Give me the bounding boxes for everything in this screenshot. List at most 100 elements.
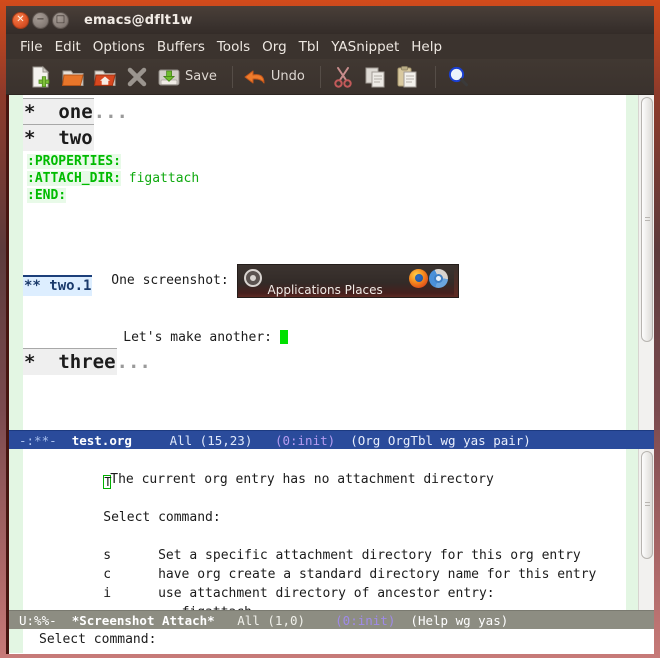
menu-item-file[interactable]: File bbox=[14, 39, 49, 55]
minibuffer[interactable]: Select command: bbox=[9, 629, 654, 653]
menu-item-org[interactable]: Org bbox=[256, 39, 293, 55]
headline-text: one bbox=[58, 101, 93, 123]
right-fringe bbox=[626, 449, 638, 610]
modeline-position: (1,0) bbox=[267, 613, 306, 628]
toolbar-open-file[interactable] bbox=[60, 62, 86, 92]
left-fringe bbox=[9, 95, 23, 430]
org-headline-three[interactable]: * three... bbox=[23, 348, 626, 375]
org-headline-two[interactable]: * two bbox=[23, 124, 626, 151]
title-bar: ✕ − □ emacs@dflt1w bbox=[6, 6, 654, 34]
menu-item-tbl[interactable]: Tbl bbox=[293, 39, 326, 55]
org-headline-one[interactable]: * one... bbox=[23, 98, 626, 125]
text-cursor bbox=[279, 330, 288, 344]
org-another-line[interactable]: Let's make another: bbox=[23, 308, 626, 345]
toolbar-separator bbox=[319, 65, 321, 88]
embedded-screenshot-image[interactable]: Applications Places bbox=[236, 263, 459, 298]
toolbar-open-home-folder[interactable] bbox=[92, 62, 118, 92]
command-description: use attachment directory of ancestor ent… bbox=[158, 586, 495, 601]
menu-item-yasnippet[interactable]: YASnippet bbox=[325, 39, 405, 55]
headline-stars: * bbox=[24, 101, 36, 123]
maximize-window-button[interactable]: □ bbox=[52, 11, 69, 29]
toolbar-close-file[interactable] bbox=[124, 62, 150, 92]
headline-ellipsis: ... bbox=[93, 101, 128, 123]
close-icon bbox=[124, 64, 150, 90]
toolbar-new-file[interactable] bbox=[28, 62, 54, 92]
toolbar-copy[interactable] bbox=[362, 62, 388, 92]
window-title: emacs@dflt1w bbox=[84, 12, 193, 28]
modeline-flags: U:%%- bbox=[19, 613, 57, 628]
save-icon bbox=[156, 64, 182, 90]
org-buffer-window: * one... * two :PROPERTIES: :ATTACH_DIR:… bbox=[9, 95, 654, 430]
open-home-folder-icon bbox=[92, 64, 118, 90]
command-description: have org create a standard directory nam… bbox=[158, 567, 597, 582]
modeline-buffer-name: *Screenshot Attach* bbox=[71, 613, 215, 628]
modeline-percent: All bbox=[169, 433, 193, 448]
chrome-icon bbox=[428, 268, 448, 288]
menu-bar: File Edit Options Buffers Tools Org Tbl … bbox=[6, 34, 654, 59]
modeline-org-buffer[interactable]: -:**- test.org All (15,23) (0:init) (Org… bbox=[9, 430, 654, 449]
emacs-frame: * one... * two :PROPERTIES: :ATTACH_DIR:… bbox=[6, 95, 654, 654]
org-property-attach-dir: :ATTACH_DIR: figattach bbox=[23, 170, 626, 187]
toolbar-undo[interactable]: Undo bbox=[242, 62, 305, 92]
modeline-buffer-name: test.org bbox=[71, 433, 132, 448]
search-icon bbox=[445, 64, 471, 90]
toolbar-paste[interactable] bbox=[394, 62, 420, 92]
headline-text: three bbox=[58, 351, 116, 373]
modeline-position: (15,23) bbox=[199, 433, 253, 448]
org-screenshot-line: One screenshot: Applications Places bbox=[23, 221, 626, 298]
org-blank-line bbox=[23, 204, 626, 221]
menu-item-edit[interactable]: Edit bbox=[49, 39, 87, 55]
help-command-row[interactable]: s Set a specific attachment directory fo… bbox=[23, 527, 626, 563]
ancestor-dir: figattach bbox=[182, 605, 252, 610]
scrollbar-thumb[interactable] bbox=[641, 451, 653, 559]
modeline-minor-modes: (Help wg yas) bbox=[410, 613, 509, 628]
undo-icon bbox=[242, 64, 268, 90]
emacs-window: ✕ − □ emacs@dflt1w File Edit Options Buf… bbox=[0, 0, 660, 658]
modeline-init: (0:init) bbox=[274, 433, 336, 448]
org-properties-open: :PROPERTIES: bbox=[27, 154, 121, 169]
menu-item-tools[interactable]: Tools bbox=[211, 39, 256, 55]
tool-bar: Save Undo bbox=[6, 59, 654, 95]
command-description: Set a specific attachment directory for … bbox=[158, 548, 581, 563]
help-message-line: TThe current org entry has no attachment… bbox=[23, 451, 626, 489]
headline-stars: * bbox=[24, 127, 36, 149]
command-key: i bbox=[103, 586, 112, 601]
toolbar-save[interactable]: Save bbox=[156, 62, 217, 92]
right-fringe bbox=[626, 95, 638, 430]
cut-icon bbox=[330, 64, 356, 90]
copy-icon bbox=[362, 64, 388, 90]
property-key: :ATTACH_DIR: bbox=[27, 171, 121, 186]
screenshot-label: One screenshot: bbox=[111, 273, 229, 288]
open-file-icon bbox=[60, 64, 86, 90]
modeline-flags: -:**- bbox=[19, 433, 57, 448]
command-key: s bbox=[103, 548, 112, 563]
modeline-minor-modes: (Org OrgTbl wg yas pair) bbox=[350, 433, 531, 448]
modeline-percent: All bbox=[237, 613, 260, 628]
toolbar-undo-label: Undo bbox=[270, 69, 305, 84]
help-prompt-line: Select command: bbox=[23, 489, 626, 525]
menu-item-help[interactable]: Help bbox=[405, 39, 448, 55]
toolbar-cut[interactable] bbox=[330, 62, 356, 92]
org-buffer-scrollbar[interactable] bbox=[638, 95, 654, 430]
help-message: The current org entry has no attachment … bbox=[110, 472, 494, 487]
left-fringe bbox=[9, 449, 23, 610]
minibuffer-text: Select command: bbox=[39, 632, 157, 647]
minimize-window-button[interactable]: − bbox=[32, 11, 49, 29]
menu-item-options[interactable]: Options bbox=[87, 39, 151, 55]
panel-text: Applications Places bbox=[267, 282, 383, 297]
toolbar-search[interactable] bbox=[445, 62, 471, 92]
help-buffer-text[interactable]: TThe current org entry has no attachment… bbox=[23, 449, 626, 610]
toolbar-save-label: Save bbox=[185, 69, 217, 84]
command-key: c bbox=[103, 567, 112, 582]
image-edge bbox=[453, 264, 458, 297]
org-buffer-text[interactable]: * one... * two :PROPERTIES: :ATTACH_DIR:… bbox=[23, 95, 626, 430]
help-prompt: Select command: bbox=[103, 510, 221, 525]
another-label: Let's make another: bbox=[123, 330, 272, 345]
close-window-button[interactable]: ✕ bbox=[12, 11, 29, 29]
menu-item-buffers[interactable]: Buffers bbox=[151, 39, 211, 55]
modeline-help-buffer[interactable]: U:%%- *Screenshot Attach* All (1,0) (0:i… bbox=[9, 610, 654, 629]
toolbar-separator bbox=[434, 65, 436, 88]
help-buffer-window: TThe current org entry has no attachment… bbox=[9, 449, 654, 610]
scrollbar-thumb[interactable] bbox=[641, 97, 653, 342]
help-buffer-scrollbar[interactable] bbox=[638, 449, 654, 610]
